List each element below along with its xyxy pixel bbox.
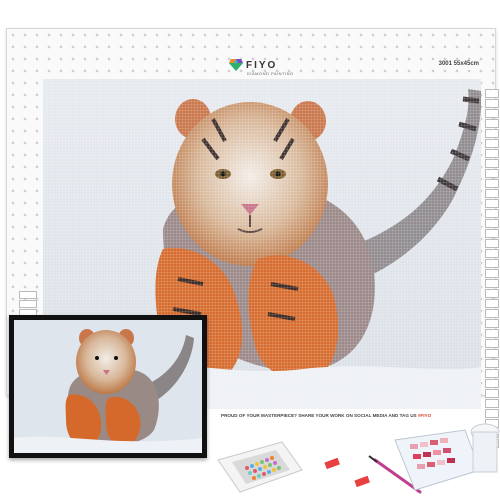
tagline-text: PROUD OF YOUR MASTERPIECE? SHARE YOUR WO…: [221, 413, 418, 418]
tagline-hashtag: #FIYO: [417, 413, 432, 418]
diamond-icon: [229, 59, 243, 71]
tiger-photo: [14, 320, 202, 453]
color-legend-right: [485, 89, 499, 448]
wax-pad-1: [324, 457, 340, 470]
wax-pad-2: [354, 475, 370, 488]
social-tagline: PROUD OF YOUR MASTERPIECE? SHARE YOUR WO…: [221, 413, 431, 418]
container-body: [472, 431, 498, 473]
painting-tools: [324, 423, 500, 494]
canvas-code: 3001 55x45cm: [438, 61, 479, 67]
brand-name: FIYO: [246, 59, 278, 71]
brand-logo: FIYO: [229, 59, 277, 71]
brand-subtitle: DIAMOND PAINTING: [247, 71, 294, 76]
finished-preview-photo: [14, 320, 202, 453]
finished-preview-frame: [9, 315, 207, 458]
diamond-tray: [217, 441, 303, 493]
